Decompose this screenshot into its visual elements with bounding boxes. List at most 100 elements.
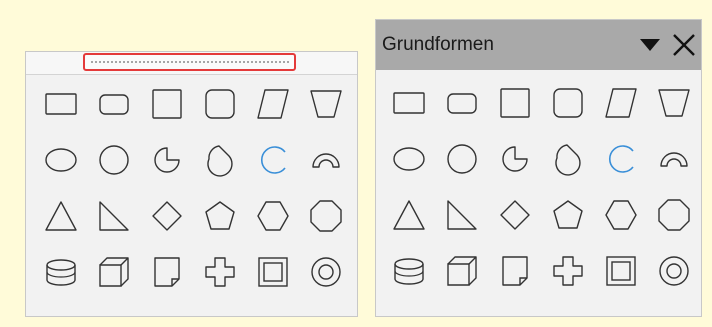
cylinder-icon [45, 259, 76, 286]
shape-button-trapezoid-window[interactable] [647, 75, 700, 131]
shape-button-hexagon[interactable] [246, 188, 299, 244]
toolbar-drag-handle[interactable] [83, 53, 296, 71]
shape-button-octagon-window[interactable] [647, 187, 700, 243]
block-arc-drop-icon [554, 144, 581, 176]
shape-button-right-triangle-window[interactable] [435, 187, 488, 243]
basic-shapes-toolbar-undocked [25, 51, 358, 317]
shape-button-folded-corner[interactable] [140, 244, 193, 300]
shape-button-rectangle[interactable] [34, 76, 87, 132]
hexagon-icon [256, 201, 289, 231]
shape-button-pentagon-window[interactable] [541, 187, 594, 243]
shape-button-parallelogram-window[interactable] [594, 75, 647, 131]
shape-button-right-triangle[interactable] [87, 188, 140, 244]
rectangle-icon [44, 93, 77, 115]
circle-icon [446, 144, 477, 174]
right-triangle-icon [446, 200, 477, 230]
shape-button-cylinder[interactable] [34, 244, 87, 300]
shape-button-block-arc[interactable] [299, 132, 352, 188]
diamond-icon [499, 200, 530, 230]
shape-button-arc[interactable] [246, 132, 299, 188]
shape-button-cross-window[interactable] [541, 243, 594, 299]
isosceles-triangle-icon [392, 200, 425, 230]
rounded-rectangle-icon [446, 93, 477, 114]
shape-button-hexagon-window[interactable] [594, 187, 647, 243]
shape-button-isosceles-triangle-drop[interactable] [193, 132, 246, 188]
octagon-icon [309, 200, 342, 232]
shape-button-diamond[interactable] [140, 188, 193, 244]
shape-button-ellipse[interactable] [34, 132, 87, 188]
shape-button-cube[interactable] [87, 244, 140, 300]
cube-icon [98, 257, 129, 287]
triangle-down-icon [640, 39, 660, 51]
block-arc-icon [659, 152, 688, 167]
basic-shapes-window: Grundformen [375, 19, 702, 317]
shape-button-circle-window[interactable] [435, 131, 488, 187]
shape-button-pentagon[interactable] [193, 188, 246, 244]
menu-dropdown-button[interactable] [633, 25, 667, 65]
trapezoid-icon [657, 89, 690, 117]
rounded-square-icon [204, 89, 235, 119]
arc-icon [260, 146, 286, 174]
shape-button-ring-window[interactable] [647, 243, 700, 299]
drag-grip-dots-icon [89, 61, 290, 63]
shape-button-rounded-square[interactable] [193, 76, 246, 132]
trapezoid-icon [309, 90, 342, 118]
pentagon-icon [204, 201, 235, 230]
shape-button-cylinder-window[interactable] [382, 243, 435, 299]
ellipse-icon [392, 147, 425, 171]
shape-button-arc-window[interactable] [594, 131, 647, 187]
cross-icon [204, 257, 235, 287]
shape-button-rectangle-window[interactable] [382, 75, 435, 131]
shape-button-parallelogram[interactable] [246, 76, 299, 132]
shape-button-frame[interactable] [246, 244, 299, 300]
shapes-grid-left [34, 76, 352, 300]
shape-button-isosceles-triangle[interactable] [34, 188, 87, 244]
shape-button-isosceles-triangle-window[interactable] [382, 187, 435, 243]
circle-icon [98, 145, 129, 175]
shape-button-rounded-rectangle[interactable] [87, 76, 140, 132]
shape-button-frame-window[interactable] [594, 243, 647, 299]
isosceles-triangle-icon [44, 201, 77, 231]
circle-pie-icon [501, 146, 528, 172]
ellipse-icon [44, 148, 77, 172]
shape-button-circle-pie[interactable] [140, 132, 193, 188]
shape-button-diamond-window[interactable] [488, 187, 541, 243]
arc-icon [608, 145, 634, 173]
shape-button-folded-corner-window[interactable] [488, 243, 541, 299]
ring-icon [310, 257, 341, 287]
parallelogram-icon [604, 88, 637, 118]
octagon-icon [657, 199, 690, 231]
close-button[interactable] [667, 25, 701, 65]
shapes-grid-right [382, 75, 700, 299]
shape-button-rounded-rectangle-window[interactable] [435, 75, 488, 131]
window-titlebar[interactable]: Grundformen [376, 20, 701, 70]
block-arc-drop-icon [206, 145, 233, 177]
shape-button-trapezoid[interactable] [299, 76, 352, 132]
block-arc-icon [311, 153, 340, 168]
shape-button-ellipse-window[interactable] [382, 131, 435, 187]
cube-icon [446, 256, 477, 286]
shape-button-square-window[interactable] [488, 75, 541, 131]
circle-pie-icon [153, 147, 180, 173]
cylinder-icon [393, 258, 424, 285]
folded-corner-icon [153, 257, 180, 287]
cross-icon [552, 256, 583, 286]
hexagon-icon [604, 200, 637, 230]
shape-button-cross[interactable] [193, 244, 246, 300]
square-icon [499, 88, 530, 118]
shape-button-octagon[interactable] [299, 188, 352, 244]
shape-button-circle[interactable] [87, 132, 140, 188]
rounded-square-icon [552, 88, 583, 118]
shape-button-ring[interactable] [299, 244, 352, 300]
toolbar-grip-bar [26, 52, 357, 75]
shape-button-circle-pie-window[interactable] [488, 131, 541, 187]
ring-icon [658, 256, 689, 286]
parallelogram-icon [256, 89, 289, 119]
shape-button-block-arc-window[interactable] [647, 131, 700, 187]
shape-button-cube-window[interactable] [435, 243, 488, 299]
frame-icon [257, 257, 288, 287]
shape-button-square[interactable] [140, 76, 193, 132]
shape-button-rounded-square-window[interactable] [541, 75, 594, 131]
shape-button-isosceles-triangle-drop-window[interactable] [541, 131, 594, 187]
pentagon-icon [552, 200, 583, 229]
